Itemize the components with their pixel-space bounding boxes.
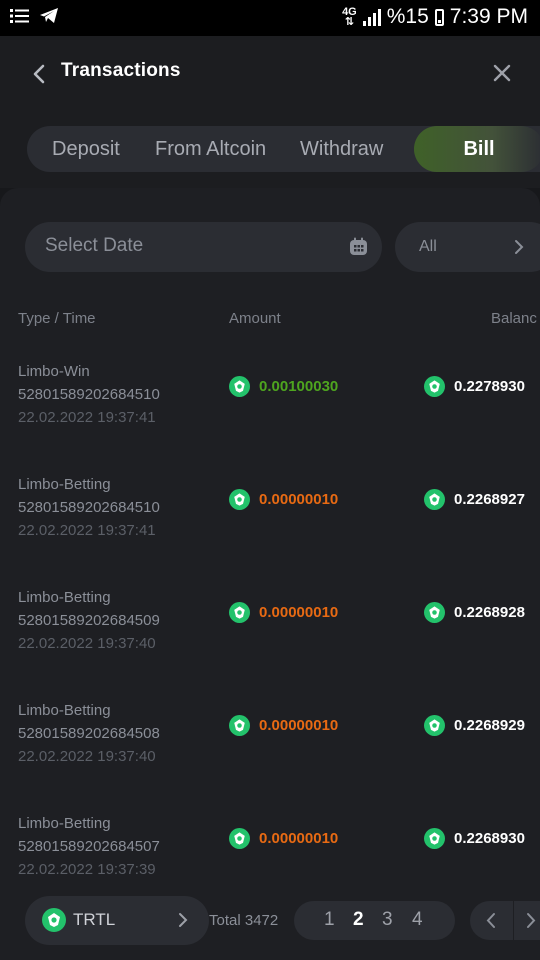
balance-cell: 0.2268929 (424, 715, 525, 736)
balance-value: 0.2268928 (454, 604, 525, 621)
amount-value: 0.00000010 (259, 717, 339, 734)
transaction-time: 22.02.2022 19:37:41 (18, 409, 156, 426)
page-numbers: 1 2 3 4 (294, 901, 455, 940)
transaction-row: Limbo-Betting 52801589202684510 22.02.20… (0, 471, 540, 584)
transaction-time: 22.02.2022 19:37:41 (18, 522, 156, 539)
amount-cell: 0.00000010 (229, 715, 338, 736)
close-button[interactable] (490, 61, 514, 85)
transaction-type: Limbo-Win (18, 363, 90, 380)
balance-value: 0.2268929 (454, 717, 525, 734)
back-button[interactable] (28, 60, 50, 88)
amount-cell: 0.00000010 (229, 602, 338, 623)
date-placeholder: Select Date (45, 235, 144, 256)
amount-cell: 0.00000010 (229, 489, 338, 510)
balance-cell: 0.2268927 (424, 489, 525, 510)
signal-icon (362, 8, 381, 26)
tab-deposit[interactable]: Deposit (52, 126, 120, 172)
currency-select[interactable]: TRTL (25, 896, 209, 945)
coin-icon (424, 602, 445, 623)
amount-value: 0.00100030 (259, 378, 339, 395)
status-bar: 4G ⇅ %15 7:39 PM (0, 0, 540, 36)
coin-icon (229, 715, 250, 736)
next-page-button[interactable] (525, 912, 537, 929)
column-header-amount: Amount (229, 310, 281, 327)
page-arrows (470, 901, 540, 940)
balance-value: 0.2268927 (454, 491, 525, 508)
transaction-type: Limbo-Betting (18, 476, 111, 493)
total-count: Total 3472 (209, 912, 279, 929)
battery-icon (434, 8, 444, 26)
currency-name: TRTL (73, 910, 116, 929)
battery-percent: %15 (386, 5, 429, 28)
calendar-icon (350, 237, 367, 255)
transaction-time: 22.02.2022 19:37:40 (18, 635, 156, 652)
tab-from-altcoin[interactable]: From Altcoin (155, 126, 266, 172)
transaction-id: 52801589202684510 (18, 499, 160, 516)
coin-icon (424, 376, 445, 397)
coin-icon (229, 602, 250, 623)
arrow-divider (513, 901, 514, 940)
transaction-time: 22.02.2022 19:37:39 (18, 861, 156, 878)
transaction-row: Limbo-Betting 52801589202684509 22.02.20… (0, 584, 540, 697)
coin-icon (424, 489, 445, 510)
type-filter-select[interactable]: All (395, 222, 540, 272)
amount-cell: 0.00100030 (229, 376, 338, 397)
balance-cell: 0.2278930 (424, 376, 525, 397)
tab-bar: Deposit From Altcoin Withdraw Bill (27, 126, 540, 172)
transaction-type: Limbo-Betting (18, 589, 111, 606)
amount-value: 0.00000010 (259, 830, 339, 847)
coin-icon (229, 828, 250, 849)
transaction-row: Limbo-Betting 52801589202684508 22.02.20… (0, 697, 540, 810)
tab-bill[interactable]: Bill (414, 126, 540, 172)
chevron-left-icon (33, 64, 45, 84)
balance-cell: 0.2268930 (424, 828, 525, 849)
coin-icon (424, 828, 445, 849)
page-2[interactable]: 2 (353, 909, 364, 931)
clock: 7:39 PM (449, 5, 528, 28)
page-title: Transactions (61, 60, 181, 81)
transaction-type: Limbo-Betting (18, 702, 111, 719)
date-picker[interactable]: Select Date (25, 222, 382, 272)
list-icon (10, 8, 29, 23)
coin-icon (229, 376, 250, 397)
transaction-id: 52801589202684508 (18, 725, 160, 742)
chevron-right-icon (179, 913, 188, 927)
page-3[interactable]: 3 (382, 909, 393, 931)
page-1[interactable]: 1 (324, 909, 335, 931)
prev-page-button[interactable] (485, 912, 497, 929)
amount-value: 0.00000010 (259, 491, 339, 508)
transactions-panel: Select Date All Type / Time Amount Balan… (0, 188, 540, 960)
transaction-id: 52801589202684507 (18, 838, 160, 855)
transaction-type: Limbo-Betting (18, 815, 111, 832)
column-header-type-time: Type / Time (18, 310, 96, 327)
balance-value: 0.2278930 (454, 378, 525, 395)
telegram-icon (40, 8, 58, 23)
balance-value: 0.2268930 (454, 830, 525, 847)
coin-icon (424, 715, 445, 736)
chevron-right-icon (515, 240, 524, 254)
tab-withdraw[interactable]: Withdraw (300, 126, 383, 172)
transaction-id: 52801589202684510 (18, 386, 160, 403)
header: Transactions (0, 36, 540, 110)
close-icon (493, 64, 511, 82)
type-filter-value: All (419, 238, 437, 255)
transaction-row: Limbo-Win 52801589202684510 22.02.2022 1… (0, 358, 540, 471)
transaction-id: 52801589202684509 (18, 612, 160, 629)
trtl-coin-icon (42, 908, 66, 932)
page-4[interactable]: 4 (412, 909, 423, 931)
amount-value: 0.00000010 (259, 604, 339, 621)
network-type: 4G ⇅ (342, 6, 357, 28)
tabs-area: Deposit From Altcoin Withdraw Bill (0, 110, 540, 188)
amount-cell: 0.00000010 (229, 828, 338, 849)
coin-icon (229, 489, 250, 510)
transaction-time: 22.02.2022 19:37:40 (18, 748, 156, 765)
transaction-list: Limbo-Win 52801589202684510 22.02.2022 1… (0, 358, 540, 923)
balance-cell: 0.2268928 (424, 602, 525, 623)
column-header-balance: Balanc (491, 310, 537, 327)
pagination-bar: TRTL Total 3472 1 2 3 4 (0, 888, 540, 960)
